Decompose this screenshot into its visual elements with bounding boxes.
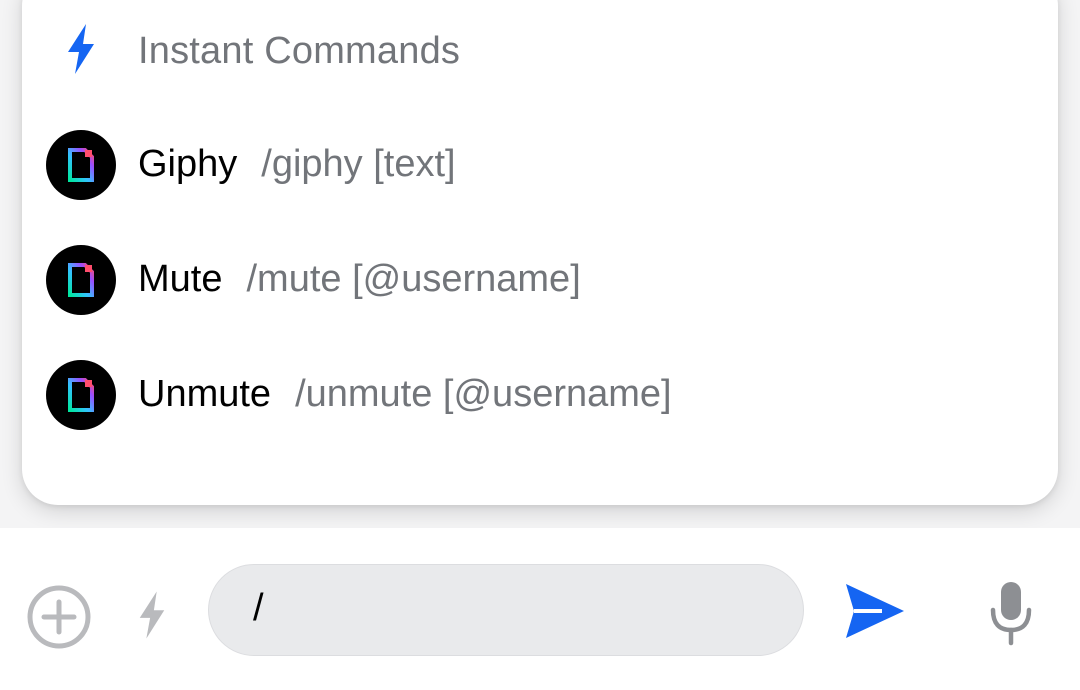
lightning-bolt-icon (68, 24, 94, 74)
command-name: Giphy (138, 143, 238, 185)
message-input-value: / (253, 587, 264, 629)
command-file-icon (68, 378, 94, 412)
command-row-giphy[interactable]: Giphy /giphy [text] (22, 115, 1058, 215)
command-args: /mute [@username] (246, 258, 581, 300)
command-text: Mute /mute [@username] (138, 258, 581, 301)
command-name: Mute (138, 258, 223, 300)
plus-circle-icon[interactable] (26, 584, 92, 650)
command-text: Giphy /giphy [text] (138, 143, 456, 186)
command-avatar (46, 130, 116, 200)
command-args: /giphy [text] (261, 143, 456, 185)
command-row-unmute[interactable]: Unmute /unmute [@username] (22, 345, 1058, 445)
message-input[interactable]: / (208, 564, 804, 656)
chat-screen: Instant Commands Giphy /giphy [text] Mut… (0, 0, 1080, 690)
command-file-icon (68, 263, 94, 297)
send-icon[interactable] (842, 580, 908, 642)
command-avatar (46, 245, 116, 315)
instant-commands-popup: Instant Commands Giphy /giphy [text] Mut… (22, 0, 1058, 505)
message-composer: / (0, 528, 1080, 690)
command-row-mute[interactable]: Mute /mute [@username] (22, 230, 1058, 330)
command-args: /unmute [@username] (295, 373, 672, 415)
command-name: Unmute (138, 373, 272, 415)
popup-header: Instant Commands (22, 0, 1058, 100)
popup-title: Instant Commands (138, 30, 461, 72)
microphone-icon[interactable] (988, 580, 1034, 646)
command-text: Unmute /unmute [@username] (138, 373, 672, 416)
command-file-icon (68, 148, 94, 182)
lightning-bolt-icon[interactable] (136, 590, 168, 640)
command-avatar (46, 360, 116, 430)
